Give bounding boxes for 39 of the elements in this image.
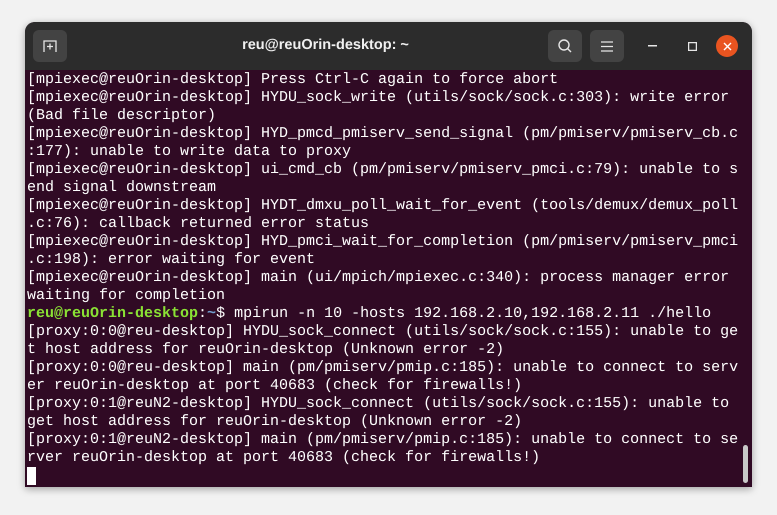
menu-button[interactable] (590, 30, 624, 62)
prompt-separator: : (198, 305, 208, 322)
output-line: .c:198): error waiting for event (27, 251, 316, 268)
output-line: rver reuOrin-desktop at port 40683 (check for firewalls!) (27, 449, 540, 466)
output-line: [mpiexec@reuOrin-desktop] ui_cmd_cb (pm/pmiserv/pmiserv_pmci.c:79): unable to s (27, 161, 738, 178)
minimize-icon (648, 45, 656, 47)
output-line: [mpiexec@reuOrin-desktop] main (ui/mpich/mpiexec.c:340): process manager error (27, 269, 730, 286)
output-line: :177): unable to write data to proxy (27, 143, 352, 160)
output-line: er reuOrin-desktop at port 40683 (check for firewalls!) (27, 377, 522, 394)
search-icon (557, 38, 573, 54)
output-line: waiting for completion (27, 287, 226, 304)
output-line: [mpiexec@reuOrin-desktop] HYDU_sock_write (utils/sock/sock.c:303): write error (27, 89, 730, 106)
prompt-path: ~ (207, 305, 216, 322)
command-text: mpirun -n 10 -hosts 192.168.2.10,192.168.2.11 ./hello (234, 305, 712, 322)
close-button[interactable] (716, 35, 738, 57)
menu-icon (601, 40, 613, 52)
output-line: end signal downstream (27, 179, 216, 196)
output-line: [mpiexec@reuOrin-desktop] HYDT_dmxu_poll_wait_for_event (tools/demux/demux_poll (27, 197, 738, 214)
output-line: [proxy:0:0@reu-desktop] main (pm/pmiserv/pmip.c:185): unable to connect to serv (27, 359, 738, 376)
output-line: [mpiexec@reuOrin-desktop] Press Ctrl-C again to force abort (27, 71, 558, 88)
output-line: [proxy:0:0@reu-desktop] HYDU_sock_connect (utils/sock/sock.c:155): unable to ge (27, 323, 738, 340)
output-line: t host address for reuOrin-desktop (Unknown error -2) (27, 341, 504, 358)
search-button[interactable] (548, 30, 582, 62)
output-line: get host address for reuOrin-desktop (Unknown error -2) (27, 413, 522, 430)
output-line: .c:76): callback returned error status (27, 215, 370, 232)
new-tab-button[interactable] (33, 30, 67, 62)
new-tab-icon (42, 38, 58, 54)
output-line: [mpiexec@reuOrin-desktop] HYD_pmcd_pmiserv_send_signal (pm/pmiserv/pmiserv_cb.c (27, 125, 738, 142)
window-title: reu@reuOrin-desktop: ~ (241, 36, 410, 56)
prompt-user-host: reu@reuOrin-desktop (27, 305, 198, 322)
output-line: [proxy:0:1@reuN2-desktop] HYDU_sock_connect (utils/sock/sock.c:155): unable to (27, 395, 730, 412)
prompt-symbol: $ (216, 305, 226, 322)
close-icon (722, 42, 732, 50)
output-line: [proxy:0:1@reuN2-desktop] main (pm/pmiserv/pmip.c:185): unable to connect to se (27, 431, 738, 448)
maximize-icon (688, 42, 696, 50)
text-cursor (27, 467, 36, 485)
output-line: (Bad file descriptor) (27, 107, 216, 124)
output-line: [mpiexec@reuOrin-desktop] HYD_pmci_wait_for_completion (pm/pmiserv/pmiserv_pmci (27, 233, 738, 250)
scrollbar[interactable] (743, 445, 748, 483)
